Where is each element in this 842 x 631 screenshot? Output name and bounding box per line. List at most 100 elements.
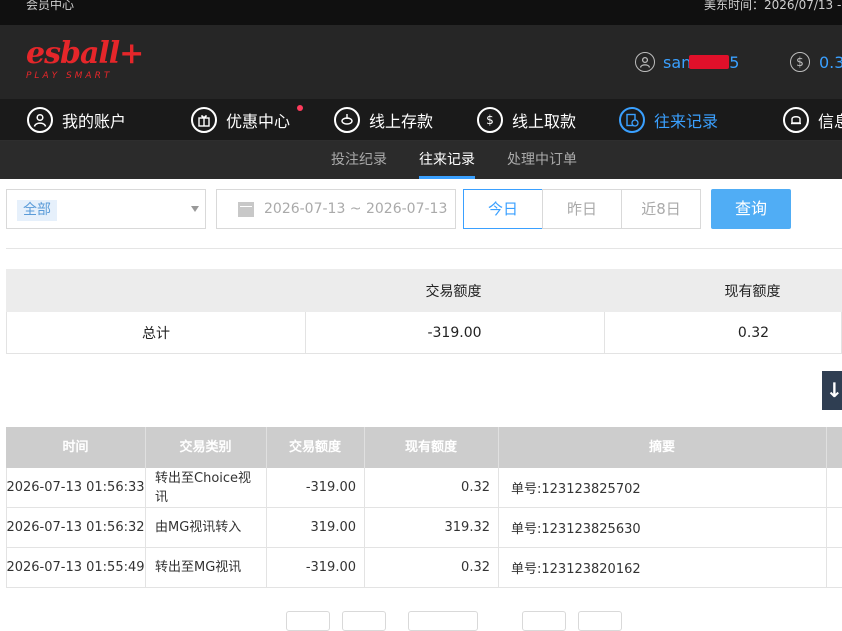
- pagination-next-button[interactable]: [522, 611, 566, 631]
- column-divider: [498, 468, 499, 507]
- deposit-icon: [334, 106, 360, 133]
- column-divider: [145, 548, 146, 587]
- calendar-icon: [238, 201, 254, 217]
- column-divider: [364, 427, 365, 468]
- nav-item-transaction-records[interactable]: 往来记录: [619, 99, 718, 140]
- dollar-icon: $: [790, 52, 810, 72]
- details-table-header: 时间 交易类别 交易额度 现有额度 摘要: [6, 427, 842, 468]
- column-divider: [364, 468, 365, 507]
- column-divider: [826, 548, 827, 587]
- row-balance: 319.32: [444, 520, 491, 535]
- balance-value: 0.3: [819, 52, 842, 72]
- column-divider: [6, 548, 7, 587]
- row-memo: 单号:123123825630: [511, 522, 641, 537]
- yesterday-button[interactable]: 昨日: [542, 189, 622, 229]
- summary-header-amount: 交易额度: [425, 283, 482, 300]
- column-divider: [266, 508, 267, 547]
- records-icon: [619, 106, 645, 133]
- pagination-first-button[interactable]: [286, 611, 330, 631]
- withdraw-icon: $: [477, 106, 503, 133]
- nav-item-messages[interactable]: 信息: [783, 99, 842, 140]
- nav-label: 线上存款: [369, 111, 434, 131]
- site-header: esball+ PLAY SMART san 5 $ 0.3: [0, 25, 842, 99]
- summary-header-balance: 现有额度: [724, 283, 781, 300]
- nav-label: 我的账户: [62, 111, 127, 131]
- username-redaction: [689, 55, 730, 69]
- nav-item-online-withdraw[interactable]: $ 线上取款: [477, 99, 576, 140]
- column-header-memo: 摘要: [648, 440, 675, 455]
- column-divider: [6, 468, 7, 507]
- table-row: 2026-07-13 01:56:33 转出至Choice视讯 -319.00 …: [6, 468, 842, 508]
- column-divider: [826, 508, 827, 547]
- summary-header-label: [6, 269, 304, 312]
- column-divider: [364, 508, 365, 547]
- column-divider: [498, 427, 499, 468]
- nav-label: 优惠中心: [226, 111, 291, 131]
- user-icon: [27, 106, 53, 133]
- username: san: [663, 52, 692, 72]
- row-time: 2026-07-13 01:56:32: [6, 520, 145, 535]
- logo-brand: esball+: [26, 36, 144, 71]
- tab-pending-orders[interactable]: 处理中订单: [507, 141, 577, 179]
- download-icon[interactable]: ↓: [822, 371, 842, 410]
- query-button[interactable]: 查询: [711, 189, 791, 229]
- column-divider: [145, 427, 146, 468]
- top-bar: 会员中心 美东时间：2026/07/13 - 0: [0, 0, 842, 25]
- pagination-prev-button[interactable]: [342, 611, 386, 631]
- us-east-time: 美东时间：2026/07/13 - 0: [704, 0, 842, 12]
- nav-label: 信息: [818, 111, 842, 131]
- today-button[interactable]: 今日: [463, 189, 543, 229]
- chevron-down-icon: [191, 206, 199, 212]
- column-header-amount: 交易额度: [288, 440, 341, 455]
- member-center-label: 会员中心: [26, 0, 75, 12]
- column-divider: [145, 468, 146, 507]
- row-amount: -319.00: [305, 480, 356, 495]
- date-range-picker[interactable]: 2026-07-13 ~ 2026-07-13: [216, 189, 456, 229]
- tab-transaction-records[interactable]: 往来记录: [419, 141, 475, 179]
- logo-tagline: PLAY SMART: [26, 71, 113, 81]
- gift-icon: [191, 106, 217, 133]
- row-memo: 单号:123123820162: [511, 562, 641, 577]
- summary-total-amount: -319.00: [427, 324, 482, 341]
- row-amount: 319.00: [310, 520, 357, 535]
- summary-total-label: 总计: [142, 325, 170, 342]
- username-tail: 5: [729, 52, 740, 72]
- column-divider: [145, 508, 146, 547]
- pagination-page-input[interactable]: [408, 611, 478, 631]
- main-nav: 我的账户 优惠中心 线上存款 $ 线上取款 往来记录 信息: [0, 99, 842, 141]
- balance-info[interactable]: $ 0.3: [790, 49, 842, 75]
- table-row: 2026-07-13 01:56:32 由MG视讯转入 319.00 319.3…: [6, 508, 842, 548]
- row-time: 2026-07-13 01:55:49: [6, 560, 145, 575]
- date-range-value: 2026-07-13 ~ 2026-07-13: [264, 201, 448, 217]
- tab-bet-records[interactable]: 投注纪录: [331, 141, 387, 179]
- row-type: 转出至MG视讯: [155, 560, 242, 575]
- promotions-badge-dot: [297, 105, 303, 111]
- column-header-balance: 现有额度: [404, 440, 457, 455]
- nav-item-promotions[interactable]: 优惠中心: [191, 99, 290, 140]
- category-selected-chip: 全部: [17, 200, 57, 221]
- column-divider: [364, 548, 365, 587]
- row-amount: -319.00: [305, 560, 356, 575]
- divider: [6, 248, 842, 249]
- user-info[interactable]: san 5: [635, 49, 739, 75]
- column-header-time: 时间: [62, 440, 89, 455]
- pagination-last-button[interactable]: [578, 611, 622, 631]
- esball-logo[interactable]: esball+ PLAY SMART: [26, 36, 144, 82]
- row-balance: 0.32: [461, 480, 490, 495]
- column-divider: [826, 468, 827, 507]
- column-divider: [266, 427, 267, 468]
- row-time: 2026-07-13 01:56:33: [6, 480, 145, 495]
- nav-item-my-account[interactable]: 我的账户: [27, 99, 126, 140]
- column-divider: [6, 508, 7, 547]
- user-icon: [635, 52, 655, 72]
- column-divider: [498, 508, 499, 547]
- row-type: 转出至Choice视讯: [155, 470, 252, 505]
- column-divider: [266, 548, 267, 587]
- category-select[interactable]: 全部: [6, 189, 206, 229]
- bell-icon: [783, 106, 809, 133]
- last-8-days-button[interactable]: 近8日: [621, 189, 701, 229]
- nav-item-online-deposit[interactable]: 线上存款: [334, 99, 433, 140]
- sub-nav: 投注纪录 往来记录 处理中订单: [0, 141, 842, 179]
- summary-table-header: 交易额度 现有额度: [6, 269, 842, 312]
- column-divider: [266, 468, 267, 507]
